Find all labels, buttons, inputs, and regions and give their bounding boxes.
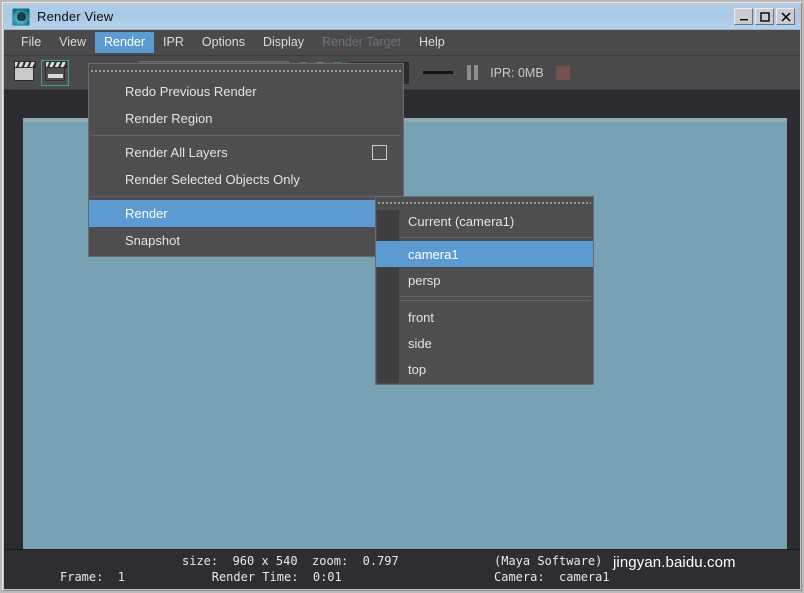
render-right-margin bbox=[787, 90, 800, 549]
menu-render[interactable]: Render bbox=[95, 32, 154, 54]
menu-separator bbox=[91, 135, 401, 136]
submenu-item-front[interactable]: front bbox=[376, 304, 593, 330]
menu-item-render-region[interactable]: Render Region bbox=[89, 105, 403, 132]
close-button[interactable] bbox=[776, 8, 795, 25]
menu-item-label: Render bbox=[125, 206, 168, 221]
menu-item-label: Snapshot bbox=[125, 233, 180, 248]
submenu-item-label: front bbox=[408, 310, 434, 325]
menu-render-target: Render Target bbox=[313, 32, 410, 54]
window-controls bbox=[734, 8, 795, 25]
submenu-item-label: persp bbox=[408, 273, 441, 288]
submenu-item-label: top bbox=[408, 362, 426, 377]
submenu-item-camera1[interactable]: camera1 bbox=[376, 241, 593, 267]
menu-separator bbox=[91, 196, 401, 197]
menu-tear-off-grip[interactable] bbox=[91, 67, 401, 76]
window-title: Render View bbox=[37, 9, 113, 24]
camera-submenu: Current (camera1) camera1 persp front si… bbox=[375, 196, 594, 385]
status-camera: Camera: camera1 bbox=[494, 570, 610, 584]
checkbox-unchecked-icon[interactable] bbox=[372, 145, 387, 160]
menu-bar: File View Render IPR Options Display Ren… bbox=[4, 30, 800, 56]
maximize-button[interactable] bbox=[755, 8, 774, 25]
menu-options[interactable]: Options bbox=[193, 32, 254, 54]
render-current-frame-icon[interactable] bbox=[10, 60, 38, 86]
title-bar[interactable]: Render View bbox=[4, 4, 800, 30]
exposure-slider[interactable] bbox=[423, 71, 453, 74]
submenu-item-label: side bbox=[408, 336, 432, 351]
submenu-item-side[interactable]: side bbox=[376, 330, 593, 356]
submenu-separator bbox=[400, 237, 591, 238]
submenu-item-persp[interactable]: persp bbox=[376, 267, 593, 293]
menu-item-render[interactable]: Render bbox=[89, 200, 403, 227]
submenu-item-top[interactable]: top bbox=[376, 356, 593, 382]
minimize-button[interactable] bbox=[734, 8, 753, 25]
submenu-item-current-camera[interactable]: Current (camera1) bbox=[376, 208, 593, 234]
menu-display[interactable]: Display bbox=[254, 32, 313, 54]
stop-icon[interactable] bbox=[556, 66, 570, 80]
menu-item-render-all-layers[interactable]: Render All Layers bbox=[89, 139, 403, 166]
menu-ipr[interactable]: IPR bbox=[154, 32, 193, 54]
watermark-text: jingyan.baidu.com bbox=[613, 554, 736, 571]
menu-help[interactable]: Help bbox=[410, 32, 454, 54]
render-view-window: Render View File View Render IPR Options… bbox=[0, 0, 804, 593]
submenu-separator bbox=[400, 296, 591, 297]
submenu-item-label: camera1 bbox=[408, 247, 459, 262]
pause-icon[interactable] bbox=[467, 65, 478, 80]
menu-item-label: Render Region bbox=[125, 111, 212, 126]
submenu-tear-off-grip[interactable] bbox=[378, 199, 591, 208]
render-region-icon[interactable] bbox=[41, 60, 69, 86]
window-frame: Render View File View Render IPR Options… bbox=[2, 2, 802, 591]
app-icon bbox=[12, 8, 30, 26]
ipr-memory-label: IPR: 0MB bbox=[490, 66, 544, 80]
status-frame: Frame: 1 Render Time: 0:01 bbox=[60, 570, 342, 584]
menu-item-snapshot[interactable]: Snapshot bbox=[89, 227, 403, 254]
status-renderer: (Maya Software) bbox=[494, 554, 602, 568]
render-left-margin bbox=[4, 90, 23, 549]
submenu-item-label: Current (camera1) bbox=[408, 214, 514, 229]
menu-file[interactable]: File bbox=[12, 32, 50, 54]
menu-item-render-selected-objects-only[interactable]: Render Selected Objects Only bbox=[89, 166, 403, 193]
status-size: size: 960 x 540 zoom: 0.797 bbox=[182, 554, 399, 568]
menu-item-label: Render Selected Objects Only bbox=[125, 172, 300, 187]
submenu-separator bbox=[400, 300, 591, 301]
menu-view[interactable]: View bbox=[50, 32, 95, 54]
menu-item-redo-previous-render[interactable]: Redo Previous Render bbox=[89, 78, 403, 105]
render-dropdown-menu: Redo Previous Render Render Region Rende… bbox=[88, 63, 404, 257]
menu-item-label: Redo Previous Render bbox=[125, 84, 257, 99]
menu-item-label: Render All Layers bbox=[125, 145, 228, 160]
